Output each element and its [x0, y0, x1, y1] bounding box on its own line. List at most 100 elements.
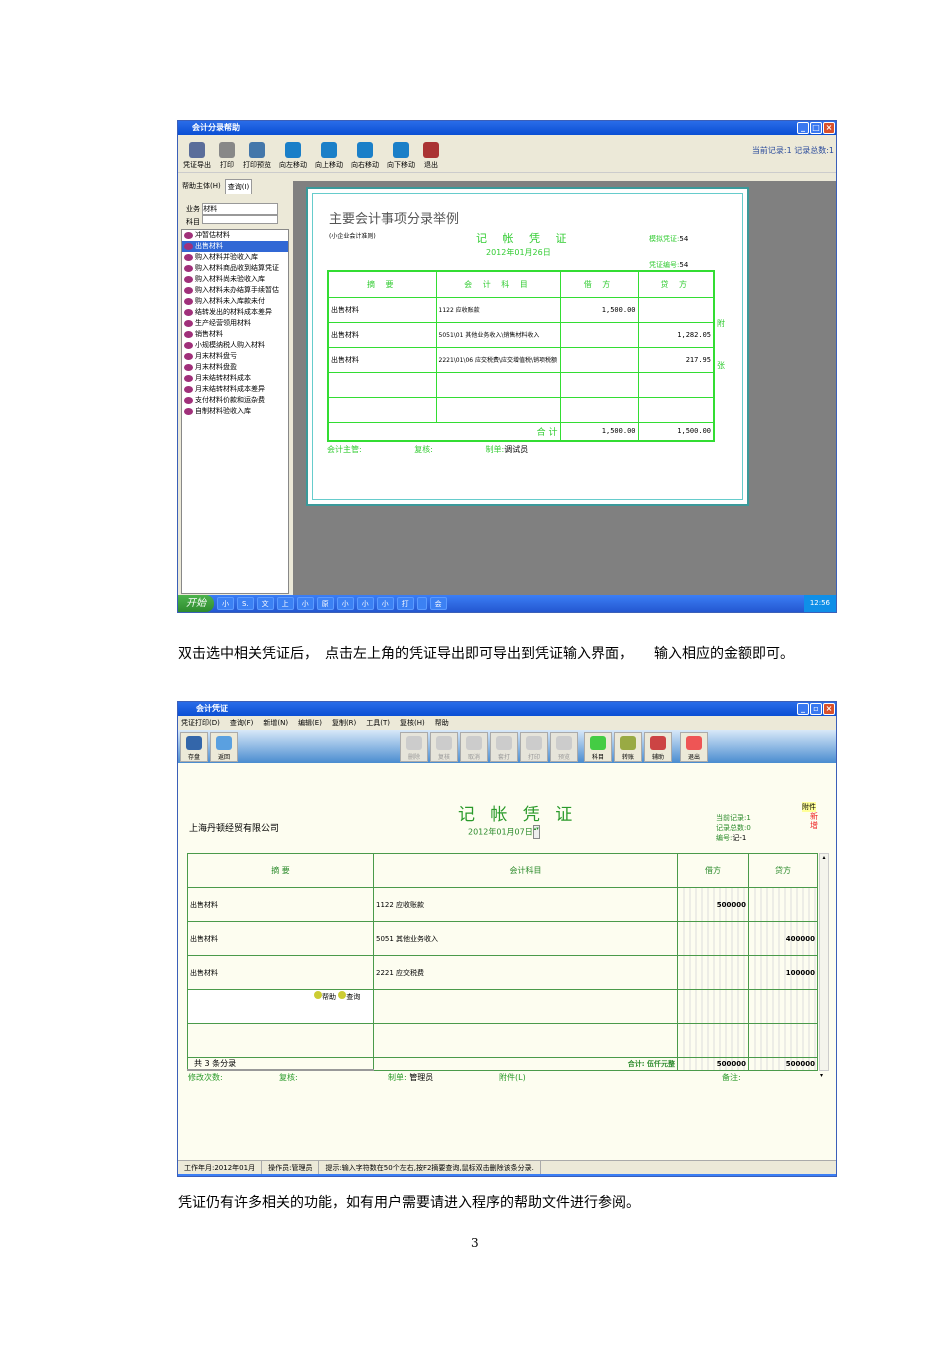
toolbar-button-6[interactable]: 向下移动 — [384, 142, 418, 170]
attachment-badge[interactable]: 附件 — [802, 802, 816, 812]
note-dropdown[interactable]: ▾ — [820, 1072, 823, 1079]
back-button[interactable]: 返回 — [210, 731, 238, 762]
attachment-link[interactable]: 附件(L) — [499, 1072, 526, 1083]
taskbar-item[interactable]: 小 — [217, 597, 234, 610]
list-item[interactable]: 月末结转材料成本差异 — [182, 384, 288, 395]
business-input[interactable]: 材料 — [202, 203, 279, 215]
table-cell[interactable]: 出售材料 — [187, 887, 374, 922]
auxiliary-button[interactable]: 辅助 — [644, 731, 672, 762]
restore-button[interactable]: ▫ — [810, 703, 822, 715]
table-cell — [637, 396, 715, 423]
list-item[interactable]: 小规模纳税人购入材料 — [182, 340, 288, 351]
vertical-scrollbar[interactable]: ▴ — [819, 853, 829, 1071]
table-cell[interactable] — [748, 887, 818, 922]
list-item[interactable]: 月末材料盘亏 — [182, 351, 288, 362]
subject-input[interactable] — [202, 215, 279, 224]
start-button[interactable]: 开始 — [178, 595, 214, 612]
toolbar-button-5[interactable]: 向右移动 — [348, 142, 382, 170]
taskbar-item[interactable]: 原 — [316, 597, 334, 610]
taskbar-item[interactable]: 上 — [276, 597, 294, 610]
delete-button[interactable]: 删除 — [400, 731, 428, 762]
taskbar-item[interactable]: 小 — [356, 597, 374, 610]
maximize-button[interactable]: □ — [810, 122, 822, 134]
taskbar-item[interactable]: 小 — [336, 597, 354, 610]
table-cell[interactable] — [677, 921, 749, 956]
close-button[interactable]: × — [823, 122, 835, 134]
list-item[interactable]: 购入材料商品收到结算凭证 — [182, 263, 288, 274]
list-item[interactable]: 购入材料未办结算手续暂估 — [182, 285, 288, 296]
list-item[interactable]: 结转发出的材料成本差异 — [182, 307, 288, 318]
list-item[interactable]: 购入材料未入库款未付 — [182, 296, 288, 307]
taskbar-item[interactable]: 小 — [376, 597, 394, 610]
table-cell[interactable]: 1122 应收账款 — [373, 887, 678, 922]
menu-item[interactable]: 复制(R) — [332, 719, 356, 727]
minimize-button[interactable]: _ — [797, 122, 809, 134]
review-icon — [436, 735, 452, 750]
table-cell[interactable] — [677, 955, 749, 990]
list-item[interactable]: 销售材料 — [182, 329, 288, 340]
menu-item[interactable]: 查询(F) — [230, 719, 254, 727]
toolbar-button-2[interactable]: 打印预览 — [240, 142, 274, 170]
taskbar-item[interactable]: 小 — [296, 597, 314, 610]
taskbar-item[interactable]: 文 — [256, 597, 274, 610]
menu-item[interactable]: 编辑(E) — [298, 719, 322, 727]
table-cell[interactable]: 100000 — [748, 955, 818, 990]
table-cell[interactable]: 出售材料 — [187, 921, 374, 956]
toolbar-button-1[interactable]: 打印 — [216, 142, 238, 170]
entry-list[interactable]: 冲暂估材料 出售材料 购入材料并验收入库 购入材料商品收到结算凭证 购入材料尚未验收入库… — [181, 229, 289, 594]
toolbar-button-4[interactable]: 向上移动 — [312, 142, 346, 170]
menu-item[interactable]: 复核(H) — [400, 719, 425, 727]
query-button[interactable]: 查询 — [338, 991, 360, 1001]
menu-item[interactable]: 工具(T) — [366, 719, 390, 727]
menu-item[interactable]: 新增(N) — [263, 719, 288, 727]
table-cell[interactable]: 5051 其他业务收入 — [373, 921, 678, 956]
table-cell[interactable] — [373, 989, 678, 1024]
table-cell[interactable] — [677, 989, 749, 1024]
list-item[interactable]: 购入材料尚未验收入库 — [182, 274, 288, 285]
list-item[interactable]: 月末材料盘盈 — [182, 362, 288, 373]
list-item[interactable]: 月末结转材料成本 — [182, 373, 288, 384]
list-item[interactable]: 出售材料 — [182, 241, 288, 252]
list-item[interactable]: 生产经营领用材料 — [182, 318, 288, 329]
list-item[interactable]: 购入材料并验收入库 — [182, 252, 288, 263]
table-cell[interactable]: 出售材料 — [187, 955, 374, 990]
table-cell[interactable] — [677, 1023, 749, 1058]
preview-button[interactable]: 预览 — [550, 731, 578, 762]
date-spinner[interactable]: ▴▾ — [532, 825, 540, 839]
table-cell[interactable]: 500000 — [677, 887, 749, 922]
list-item[interactable]: 支付材料价款和运杂费 — [182, 395, 288, 406]
table-cell[interactable] — [748, 1023, 818, 1058]
menu-item[interactable]: 帮助 — [435, 719, 449, 727]
help-button[interactable]: 帮助 — [314, 991, 336, 1001]
taskbar-item[interactable]: S. — [237, 597, 254, 610]
exit-button[interactable]: 退出 — [680, 731, 708, 762]
taskbar-item[interactable]: 会 — [429, 597, 447, 610]
review-label: 复核 — [437, 753, 450, 761]
toolbar-button-0[interactable]: 凭证导出 — [180, 142, 214, 170]
cancel-button[interactable]: 取消 — [460, 731, 488, 762]
save-button[interactable]: 存盘 — [180, 731, 208, 762]
table-cell[interactable] — [373, 1023, 678, 1058]
table-cell[interactable] — [187, 1023, 374, 1058]
review-button[interactable]: 复核 — [430, 731, 458, 762]
overlay-print-button[interactable]: 套打 — [490, 731, 518, 762]
table-cell[interactable] — [748, 989, 818, 1024]
tab-query[interactable]: 查询(I) — [224, 179, 253, 194]
table-cell[interactable]: 2221 应交税费 — [373, 955, 678, 990]
tab-help-body[interactable]: 帮助主体(H) — [180, 179, 223, 194]
exit-icon — [686, 735, 702, 750]
toolbar-button-7[interactable]: 退出 — [420, 142, 442, 170]
list-item[interactable]: 冲暂估材料 — [182, 230, 288, 241]
table-cell[interactable]: 400000 — [748, 921, 818, 956]
taskbar-item[interactable] — [416, 597, 427, 610]
transfer-button[interactable]: 转账 — [614, 731, 642, 762]
menu-item[interactable]: 凭证打印(D) — [181, 719, 220, 727]
close-button[interactable]: × — [823, 703, 835, 715]
subject-button[interactable]: 科目 — [584, 731, 612, 762]
taskbar-item[interactable]: 打 — [396, 597, 414, 610]
minimize-button[interactable]: _ — [797, 703, 809, 715]
print-button[interactable]: 打印 — [520, 731, 548, 762]
toolbar-button-3[interactable]: 向左移动 — [276, 142, 310, 170]
toolbar: 凭证导出 打印 打印预览 向左移动 向上移动 向右移动 向下移动 退出 — [178, 135, 836, 173]
list-item[interactable]: 自制材料验收入库 — [182, 406, 288, 417]
